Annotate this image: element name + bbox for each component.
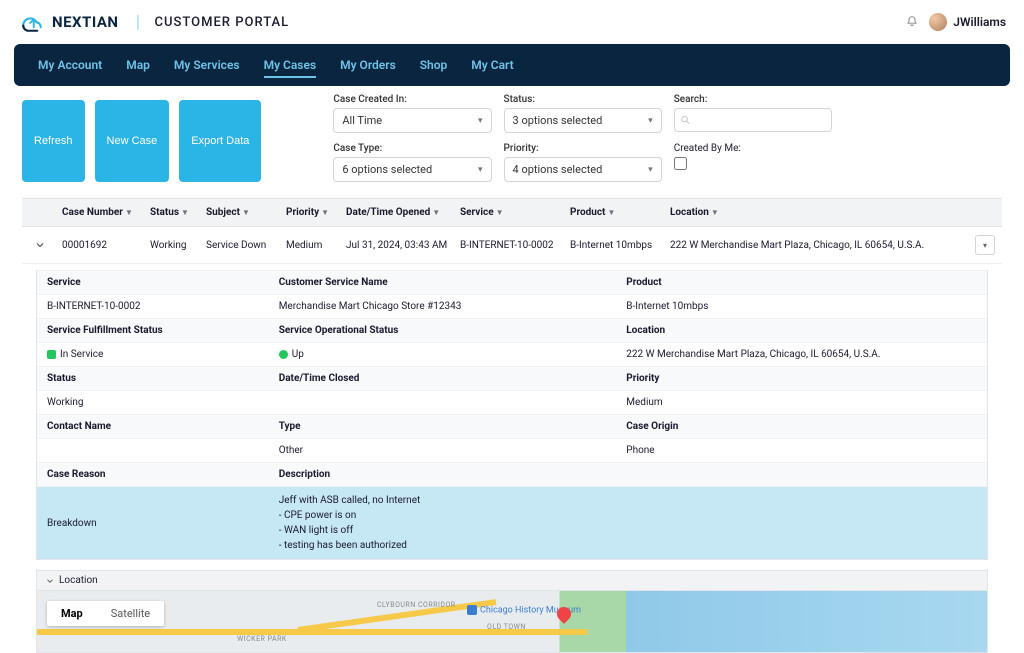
map-tab-map[interactable]: Map [47,601,97,626]
cell-priority: Medium [282,232,342,259]
filter-type-select[interactable]: 6 options selected [333,157,491,182]
filter-created-select[interactable]: All Time [333,108,491,133]
sort-icon: ▼ [125,208,133,217]
search-input[interactable] [674,108,832,132]
dv-closed [269,390,617,414]
filter-created-label: Case Created In: [333,94,491,105]
dv-product: B-Internet 10mbps [616,294,987,318]
filter-priority-label: Priority: [504,143,662,154]
portal-title: CUSTOMER PORTAL [137,15,290,30]
dh-product: Product [616,270,987,294]
dh-closed: Date/Time Closed [269,366,617,390]
dv-loc: 222 W Merchandise Mart Plaza, Chicago, I… [616,342,987,366]
map-label: WICKER PARK [237,635,287,643]
map-label: CLYBOURN CORRIDOR [377,601,456,609]
filter-status-select[interactable]: 3 options selected [504,108,662,133]
col-service[interactable]: Service▼ [456,199,566,226]
table-row[interactable]: 00001692 Working Service Down Medium Jul… [22,227,1002,264]
col-opened[interactable]: Date/Time Opened▼ [342,199,456,226]
poi-icon [467,605,477,615]
filter-priority-select[interactable]: 4 options selected [504,157,662,182]
row-expander[interactable] [22,231,58,259]
nav-my-services[interactable]: My Services [162,44,252,86]
col-priority[interactable]: Priority▼ [282,199,342,226]
col-subject[interactable]: Subject▼ [202,199,282,226]
dh-status: Status [37,366,269,390]
nav-my-account[interactable]: My Account [26,44,114,86]
filter-status-label: Status: [504,94,662,105]
dv-service: B-INTERNET-10-0002 [37,294,269,318]
cell-status: Working [146,232,202,259]
cases-table-header: Case Number▼ Status▼ Subject▼ Priority▼ … [22,198,1002,227]
created-by-me-checkbox[interactable] [674,157,687,170]
dv-csn: Merchandise Mart Chicago Store #12343 [269,294,617,318]
dh-type: Type [269,414,617,438]
search-icon [680,115,691,126]
dh-loc: Location [616,318,987,342]
nav-my-cart[interactable]: My Cart [459,44,525,86]
dh-sfs: Service Fulfillment Status [37,318,269,342]
nav-map[interactable]: Map [114,44,162,86]
cloud-arrow-icon [18,10,46,34]
col-location[interactable]: Location▼ [666,199,968,226]
cell-product: B-Internet 10mbps [566,232,666,259]
dv-origin: Phone [616,438,987,462]
dv-sfs: In Service [37,342,269,366]
filter-created-by-me-label: Created By Me: [674,143,832,154]
chevron-down-icon [45,576,55,586]
dh-desc: Description [269,462,617,486]
cell-case-number: 00001692 [58,232,146,259]
location-accordion-header[interactable]: Location [36,570,988,591]
cell-location: 222 W Merchandise Mart Plaza, Chicago, I… [666,232,968,259]
bell-icon[interactable] [905,15,919,29]
cell-opened: Jul 31, 2024, 03:43 AM [342,232,456,259]
dh-origin: Case Origin [616,414,987,438]
refresh-button[interactable]: Refresh [22,100,85,182]
map-canvas[interactable]: Map Satellite WICKER PARK CLYBOURN CORRI… [36,591,988,653]
case-detail-panel: Service Customer Service Name Product B-… [36,270,988,560]
dh-service: Service [37,270,269,294]
dv-status: Working [37,390,269,414]
map-label: OLD TOWN [487,623,526,631]
dh-sos: Service Operational Status [269,318,617,342]
filter-type-label: Case Type: [333,143,491,154]
brand-logo: NEXTIAN [18,10,119,34]
export-data-button[interactable]: Export Data [179,100,261,182]
nav-my-cases[interactable]: My Cases [252,44,329,86]
col-case-number[interactable]: Case Number▼ [58,199,146,226]
map-tab-satellite[interactable]: Satellite [97,601,164,626]
brand-text: NEXTIAN [52,13,119,31]
dv-priority: Medium [616,390,987,414]
row-menu-button[interactable]: ▾ [975,235,995,255]
dv-desc: Jeff with ASB called, no Internet - CPE … [269,486,987,559]
col-product[interactable]: Product▼ [566,199,666,226]
dh-priority: Priority [616,366,987,390]
cell-service: B-INTERNET-10-0002 [456,232,566,259]
dh-contact: Contact Name [37,414,269,438]
dv-reason: Breakdown [37,486,269,559]
status-circle-icon [279,350,288,359]
nav-shop[interactable]: Shop [408,44,460,86]
dh-csn: Customer Service Name [269,270,617,294]
main-nav: My Account Map My Services My Cases My O… [14,44,1010,86]
chevron-down-icon [34,239,46,251]
status-square-icon [47,350,56,359]
new-case-button[interactable]: New Case [95,100,170,182]
cell-subject: Service Down [202,232,282,259]
dv-type: Other [269,438,617,462]
avatar[interactable] [929,13,947,31]
dh-reason: Case Reason [37,462,269,486]
nav-my-orders[interactable]: My Orders [328,44,408,86]
dv-contact [37,438,269,462]
filter-search-label: Search: [674,94,832,105]
col-status[interactable]: Status▼ [146,199,202,226]
dv-sos: Up [269,342,617,366]
username[interactable]: JWilliams [953,15,1006,29]
